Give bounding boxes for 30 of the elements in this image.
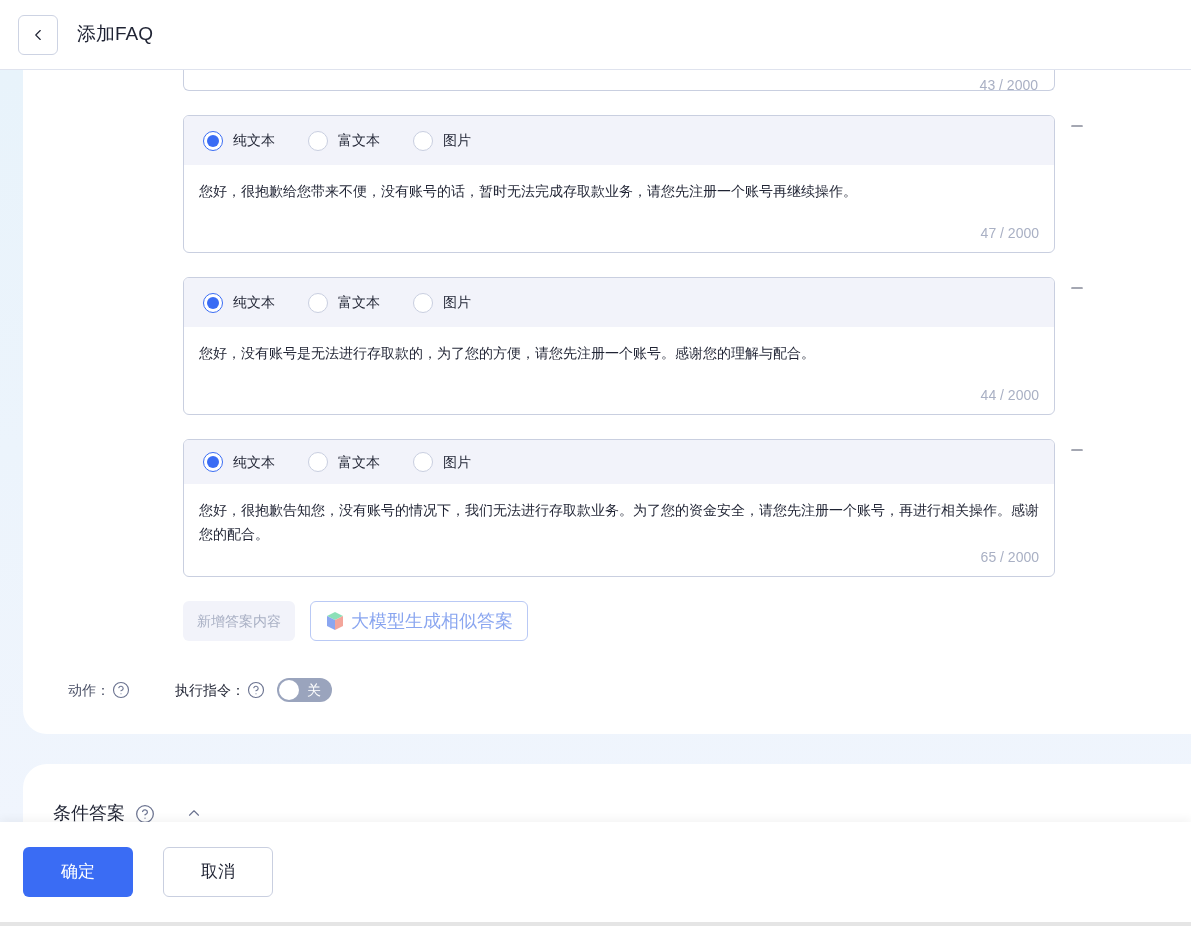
radio-button[interactable] <box>203 292 223 313</box>
help-icon[interactable] <box>247 681 265 699</box>
help-icon[interactable] <box>135 804 155 822</box>
help-icon[interactable] <box>112 681 130 699</box>
radio-option[interactable]: 富文本 <box>308 292 413 313</box>
back-button[interactable] <box>18 14 58 55</box>
radio-button[interactable] <box>203 452 223 472</box>
page-title: 添加FAQ <box>77 22 153 47</box>
radio-option[interactable]: 富文本 <box>308 130 413 151</box>
cube-icon <box>325 611 345 631</box>
action-label: 动作： <box>68 680 110 700</box>
radio-option[interactable]: 图片 <box>413 451 518 473</box>
radio-option[interactable]: 纯文本 <box>203 292 308 313</box>
char-count: 44 / 2000 <box>980 386 1039 405</box>
radio-option[interactable]: 纯文本 <box>203 130 308 151</box>
char-count: 47 / 2000 <box>980 224 1039 243</box>
answer-text[interactable]: 您好，没有账号是无法进行存取款的，为了您的方便，请您先注册一个账号。感谢您的理解与配合。 <box>199 342 1041 366</box>
char-count: 43 / 2000 <box>979 78 1038 90</box>
answer-text[interactable]: 您好，很抱歉给您带来不便，没有账号的话，暂时无法完成存取款业务，请您先注册一个账号再继续操作。 <box>199 180 1041 204</box>
cancel-button[interactable]: 取消 <box>163 847 273 897</box>
answer-text[interactable]: 您好，很抱歉告知您，没有账号的情况下，我们无法进行存取款业务。为了您的资金安全，请您先注册一个账号，再进行相关操作。感谢您的配合。 <box>199 499 1041 547</box>
confirm-button[interactable]: 确定 <box>23 847 133 897</box>
radio-button[interactable] <box>203 130 223 151</box>
radio-option[interactable]: 图片 <box>413 130 518 151</box>
radio-option[interactable]: 纯文本 <box>203 451 308 473</box>
section-title: 条件答案 <box>53 802 125 822</box>
radio-option[interactable]: 富文本 <box>308 451 413 473</box>
char-count: 65 / 2000 <box>980 548 1039 567</box>
radio-option[interactable]: 图片 <box>413 292 518 313</box>
command-label: 执行指令： <box>175 680 245 700</box>
